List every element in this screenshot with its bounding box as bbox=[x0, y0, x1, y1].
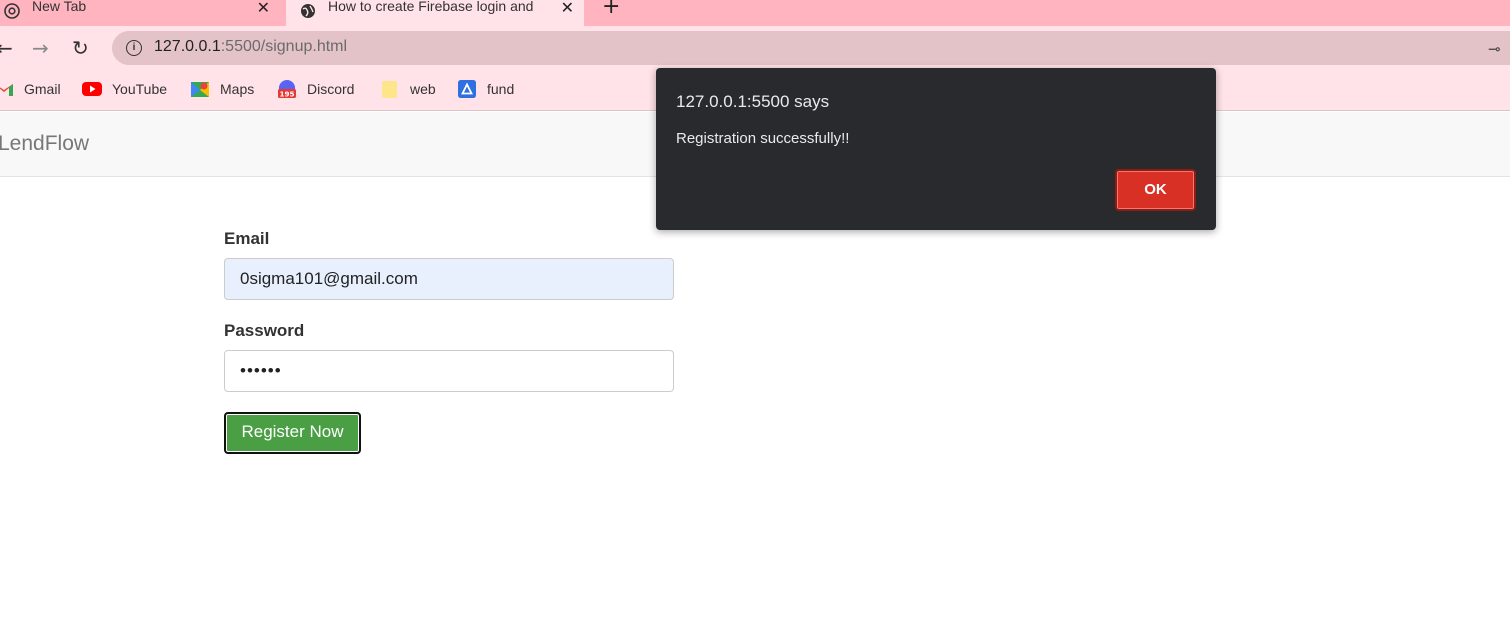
bookmark-maps[interactable]: Maps bbox=[190, 80, 254, 98]
bookmark-label: Discord bbox=[307, 81, 355, 97]
password-field[interactable]: •••••• bbox=[224, 350, 674, 392]
gmail-icon bbox=[0, 84, 13, 96]
back-icon[interactable]: ← bbox=[0, 36, 13, 60]
dialog-message: Registration successfully!! bbox=[676, 130, 850, 147]
tab-new-tab[interactable]: New Tab ✕ bbox=[0, 0, 280, 26]
bookmark-label: fund bbox=[487, 81, 515, 97]
dialog-title: 127.0.0.1:5500 says bbox=[676, 92, 830, 111]
reload-icon[interactable]: ↻ bbox=[72, 36, 89, 60]
globe-icon bbox=[301, 4, 315, 18]
bookmark-fund[interactable]: fund bbox=[457, 80, 514, 98]
browser-toolbar: ← → ↻ i 127.0.0.1:5500/signup.html ⊸ bbox=[0, 26, 1510, 70]
discord-badge: 195 bbox=[279, 90, 294, 98]
alert-dialog: 127.0.0.1:5500 says Registration success… bbox=[656, 68, 1216, 230]
bookmark-label: Gmail bbox=[24, 81, 61, 97]
close-icon[interactable]: ✕ bbox=[561, 0, 574, 17]
tab-firebase-login[interactable]: How to create Firebase login and ✕ bbox=[286, 0, 584, 26]
password-label: Password bbox=[224, 321, 305, 340]
key-icon[interactable]: ⊸ bbox=[1488, 40, 1501, 58]
folder-icon bbox=[382, 81, 397, 98]
bookmark-web[interactable]: web bbox=[380, 80, 436, 98]
bookmark-youtube[interactable]: YouTube bbox=[82, 80, 167, 98]
url-text: 127.0.0.1:5500/signup.html bbox=[154, 38, 348, 55]
address-bar[interactable]: i 127.0.0.1:5500/signup.html bbox=[112, 31, 1510, 65]
site-info-icon[interactable]: i bbox=[126, 40, 142, 56]
youtube-icon bbox=[82, 82, 102, 96]
chrome-icon bbox=[4, 3, 20, 19]
brand-logo-text[interactable]: LendFlow bbox=[0, 132, 89, 156]
bookmark-label: Maps bbox=[220, 81, 255, 97]
bookmark-label: web bbox=[410, 81, 436, 97]
bookmark-discord[interactable]: 195 Discord bbox=[277, 80, 354, 98]
register-button[interactable]: Register Now bbox=[224, 412, 361, 454]
email-label: Email bbox=[224, 229, 270, 248]
tab-title: New Tab bbox=[32, 0, 87, 14]
new-tab-button[interactable]: + bbox=[602, 0, 620, 19]
discord-icon: 195 bbox=[278, 80, 296, 98]
drive-icon bbox=[458, 80, 476, 98]
bookmark-label: YouTube bbox=[112, 81, 168, 97]
tab-title: How to create Firebase login and bbox=[328, 0, 534, 14]
bookmark-gmail[interactable]: Gmail bbox=[0, 80, 61, 98]
email-field[interactable]: 0sigma101@gmail.com bbox=[224, 258, 674, 300]
ok-button[interactable]: OK bbox=[1115, 169, 1196, 211]
tab-strip: New Tab ✕ How to create Firebase login a… bbox=[0, 0, 1510, 26]
forward-icon[interactable]: → bbox=[32, 36, 49, 60]
maps-icon bbox=[191, 82, 209, 97]
close-icon[interactable]: ✕ bbox=[257, 0, 270, 17]
